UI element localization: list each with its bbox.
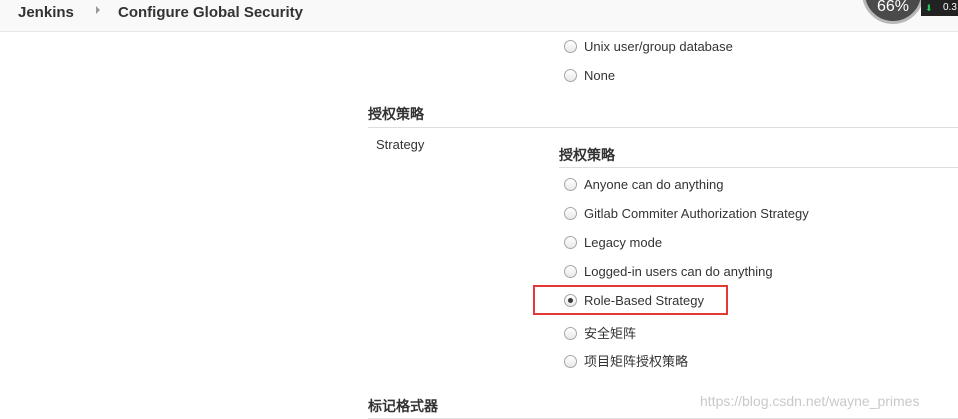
radio-label: Gitlab Commiter Authorization Strategy (584, 206, 809, 221)
radio-label: Logged-in users can do anything (584, 264, 773, 279)
radio-button[interactable] (564, 207, 577, 220)
breadcrumb-bar: Jenkins Configure Global Security (0, 0, 958, 32)
authorization-inner-title: 授权策略 (559, 147, 615, 163)
markup-formatter-section-title: 标记格式器 (368, 398, 438, 414)
radio-button[interactable] (564, 69, 577, 82)
widget-percent: 66% (876, 0, 910, 15)
download-arrow-icon: ⬇ (925, 3, 933, 13)
radio-label: 安全矩阵 (584, 326, 637, 341)
radio-label: 项目矩阵授权策略 (584, 354, 689, 369)
radio-label: None (584, 68, 616, 83)
radio-button[interactable] (564, 178, 577, 191)
inner-divider (559, 167, 958, 168)
breadcrumb-configure-global-security[interactable]: Configure Global Security (118, 4, 303, 22)
radio-button[interactable] (564, 236, 577, 249)
highlight-box (533, 285, 728, 315)
section-divider (368, 127, 958, 128)
radio-button[interactable] (564, 327, 577, 340)
radio-button[interactable] (564, 355, 577, 368)
authorization-section-title: 授权策略 (368, 106, 424, 122)
radio-label: Anyone can do anything (584, 177, 724, 192)
breadcrumb-jenkins[interactable]: Jenkins (18, 4, 74, 22)
radio-button[interactable] (564, 40, 577, 53)
network-speed-badge: ⬇ 0.3 (921, 0, 958, 16)
network-speed-value: 0.3 (943, 2, 957, 13)
chevron-right-icon (96, 6, 100, 14)
watermark-text: https://blog.csdn.net/wayne_primes (700, 393, 920, 409)
radio-button[interactable] (564, 265, 577, 278)
radio-label: Unix user/group database (584, 39, 733, 54)
radio-label: Legacy mode (584, 235, 663, 250)
strategy-field-label: Strategy (376, 137, 425, 152)
